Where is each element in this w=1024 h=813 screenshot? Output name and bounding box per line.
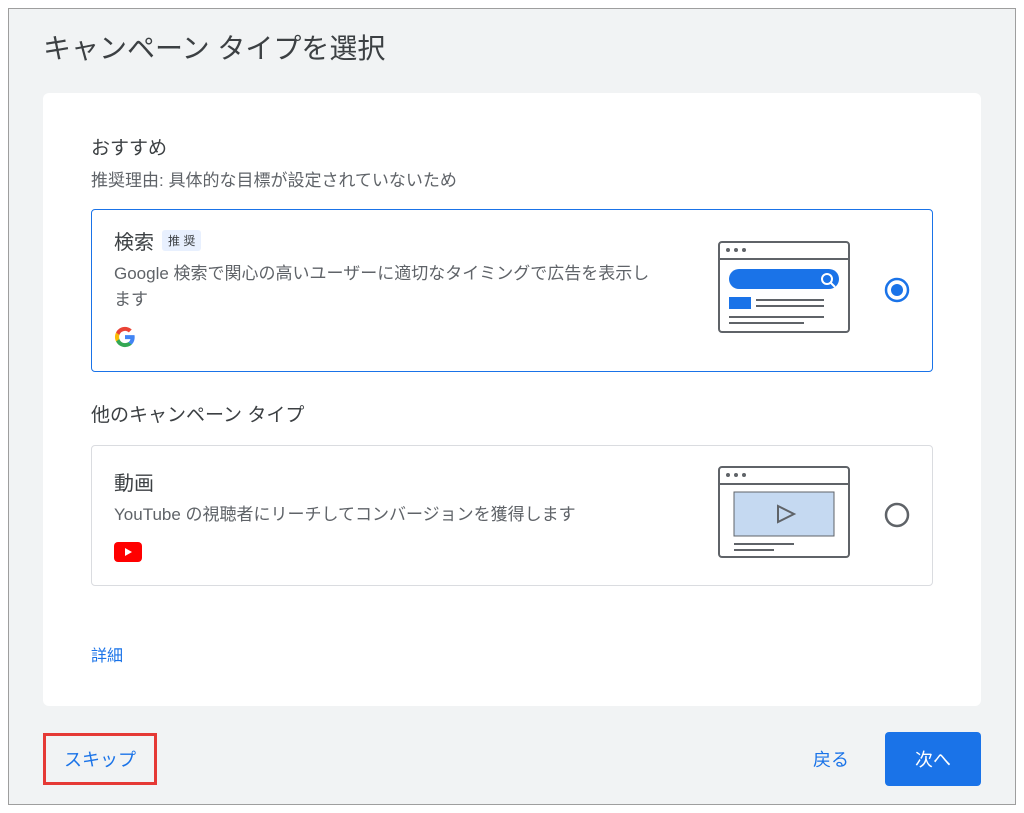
other-heading: 他のキャンペーン タイプ [91,400,933,427]
option-video-description: YouTube の視聴者にリーチしてコンバージョンを獲得します [114,502,654,528]
page-title: キャンペーン タイプを選択 [9,9,1015,77]
details-link[interactable]: 詳細 [91,642,123,666]
google-logo-icon [114,326,136,348]
option-search-radio[interactable] [884,277,910,303]
option-search-description: Google 検索で関心の高いユーザーに適切なタイミングで広告を表示します [114,261,654,312]
video-illustration-icon [714,462,854,567]
skip-button[interactable]: スキップ [43,733,157,785]
option-video-title: 動画 [114,467,154,496]
options-card: おすすめ 推奨理由: 具体的な目標が設定されていないため 検索 推 奨 Goog… [43,93,981,706]
back-button[interactable]: 戻る [789,734,873,784]
recommended-reason: 推奨理由: 具体的な目標が設定されていないため [91,166,933,191]
option-video-title-row: 動画 [114,467,704,496]
youtube-logo-icon [114,542,142,562]
search-illustration-icon [714,237,854,342]
option-search-title-row: 検索 推 奨 [114,226,704,255]
option-video-content: 動画 YouTube の視聴者にリーチしてコンバージョンを獲得します [114,467,704,562]
option-video-radio[interactable] [884,502,910,528]
footer-buttons: スキップ 戻る 次へ [9,706,1015,812]
recommended-badge: 推 奨 [162,230,201,251]
option-search-brand [114,326,704,353]
option-video-brand [114,542,704,562]
option-search-title: 検索 [114,226,154,255]
next-button[interactable]: 次へ [885,732,981,786]
option-search-content: 検索 推 奨 Google 検索で関心の高いユーザーに適切なタイミングで広告を表… [114,226,704,353]
recommended-heading: おすすめ [91,133,933,160]
campaign-type-selection: キャンペーン タイプを選択 おすすめ 推奨理由: 具体的な目標が設定されていない… [8,8,1016,805]
option-video[interactable]: 動画 YouTube の視聴者にリーチしてコンバージョンを獲得します [91,445,933,586]
option-search[interactable]: 検索 推 奨 Google 検索で関心の高いユーザーに適切なタイミングで広告を表… [91,209,933,372]
